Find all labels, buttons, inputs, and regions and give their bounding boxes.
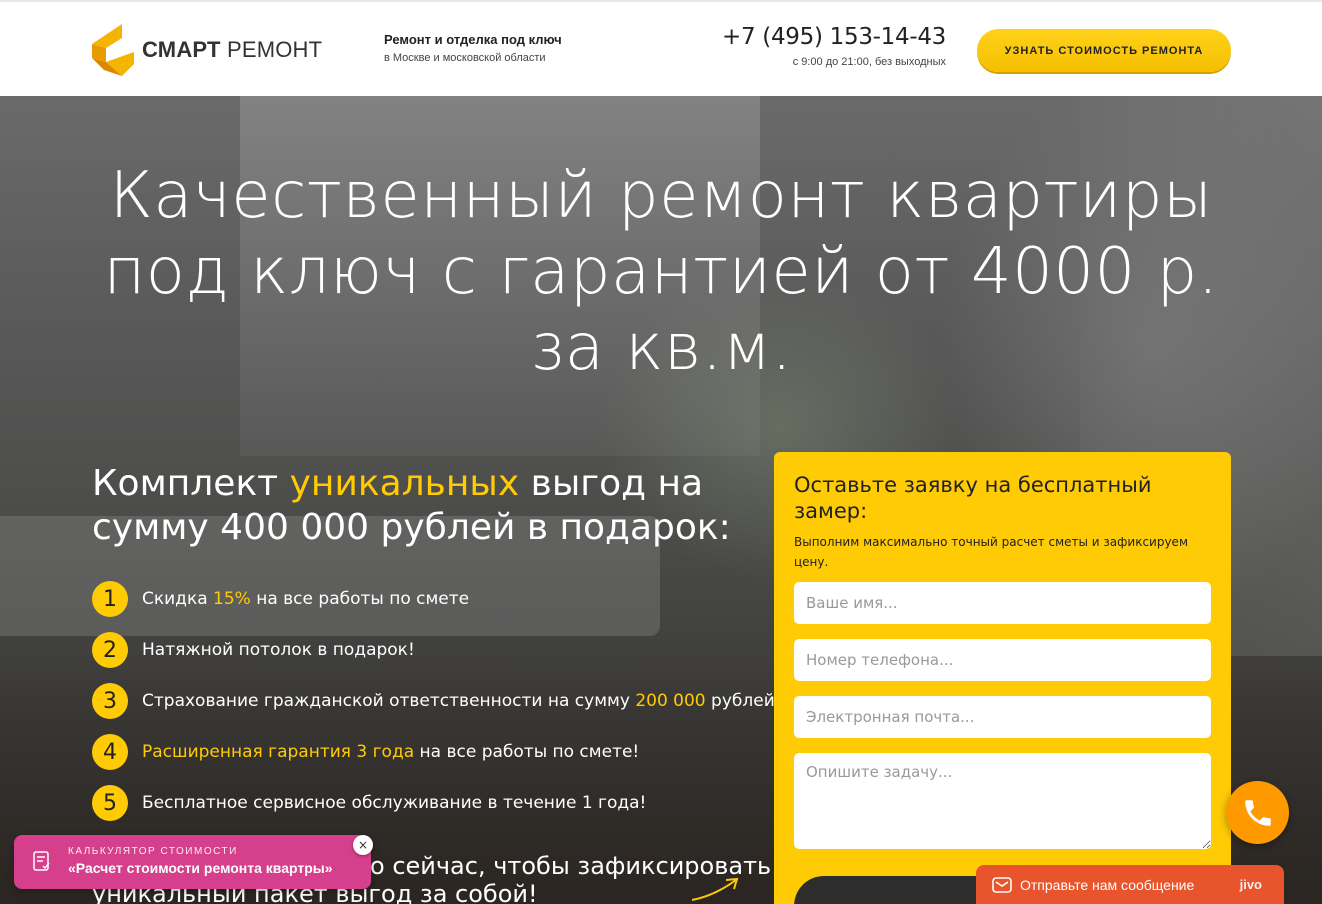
list-item: 1 Скидка 15% на все работы по смете	[92, 580, 775, 618]
chat-text: Отправьте нам сообщение	[1020, 877, 1195, 893]
benefit-number: 2	[92, 632, 128, 668]
hero-title: Качественный ремонт квартиры под ключ с …	[103, 159, 1219, 385]
calculator-icon	[33, 851, 50, 871]
benefit-text: Страхование гражданской ответственности …	[142, 691, 775, 711]
tagline: Ремонт и отделка под ключ в Москве и мос…	[384, 32, 562, 64]
calculator-title: «Расчет стоимости ремонта квартры»	[68, 860, 333, 876]
benefits-list: 1 Скидка 15% на все работы по смете 2 На…	[92, 580, 775, 835]
benefit-number: 4	[92, 734, 128, 770]
benefit-text: Бесплатное сервисное обслуживание в тече…	[142, 793, 647, 813]
benefit-text: Натяжной потолок в подарок!	[142, 640, 415, 660]
list-item: 4 Расширенная гарантия 3 года на все раб…	[92, 733, 775, 771]
hero-section: Качественный ремонт квартиры под ключ с …	[0, 96, 1322, 904]
benefit-number: 3	[92, 683, 128, 719]
logo-text: СМАРТ РЕМОНТ	[142, 37, 323, 62]
benefit-text: Расширенная гарантия 3 года на все работ…	[142, 742, 640, 762]
tagline-subtitle: в Москве и московской области	[384, 52, 546, 64]
phone-input[interactable]	[794, 639, 1211, 681]
site-header: СМАРТ РЕМОНТ Ремонт и отделка под ключ в…	[0, 0, 1322, 96]
task-textarea[interactable]	[794, 753, 1211, 849]
benefits-heading: Комплект уникальных выгод на сумму 400 0…	[92, 463, 731, 548]
benefit-number: 1	[92, 581, 128, 617]
logo-icon	[92, 24, 134, 76]
envelope-icon	[992, 877, 1012, 893]
list-item: 2 Натяжной потолок в подарок!	[92, 631, 775, 669]
logo[interactable]: СМАРТ РЕМОНТ	[92, 24, 322, 76]
tagline-title: Ремонт и отделка под ключ	[384, 32, 562, 47]
calculator-widget[interactable]: КАЛЬКУЛЯТОР СТОИМОСТИ «Расчет стоимости …	[14, 835, 371, 889]
call-button[interactable]	[1226, 781, 1289, 844]
form-subtitle: Выполним максимально точный расчет сметы…	[794, 535, 1188, 569]
email-input[interactable]	[794, 696, 1211, 738]
phone-icon	[1244, 799, 1271, 826]
contacts: +7 (495) 153-14-43 с 9:00 до 21:00, без …	[722, 24, 946, 68]
benefit-text: Скидка 15% на все работы по смете	[142, 589, 470, 609]
chat-widget[interactable]: Отправьте нам сообщение jivo	[976, 865, 1284, 904]
list-item: 3 Страхование гражданской ответственност…	[92, 682, 775, 720]
measurement-request-form: Оставьте заявку на бесплатный замер: Вып…	[774, 452, 1231, 904]
calculator-label: КАЛЬКУЛЯТОР СТОИМОСТИ	[68, 846, 238, 857]
arrow-icon	[691, 877, 739, 901]
working-hours: с 9:00 до 21:00, без выходных	[792, 56, 946, 68]
get-price-button[interactable]: УЗНАТЬ СТОИМОСТЬ РЕМОНТА	[977, 29, 1231, 72]
chat-brand: jivo	[1239, 877, 1262, 892]
name-input[interactable]	[794, 582, 1211, 624]
phone-number[interactable]: +7 (495) 153-14-43	[722, 24, 946, 50]
close-icon[interactable]: ×	[353, 835, 373, 855]
benefit-number: 5	[92, 785, 128, 821]
list-item: 5 Бесплатное сервисное обслуживание в те…	[92, 784, 775, 822]
form-title: Оставьте заявку на бесплатный замер:	[794, 473, 1152, 523]
